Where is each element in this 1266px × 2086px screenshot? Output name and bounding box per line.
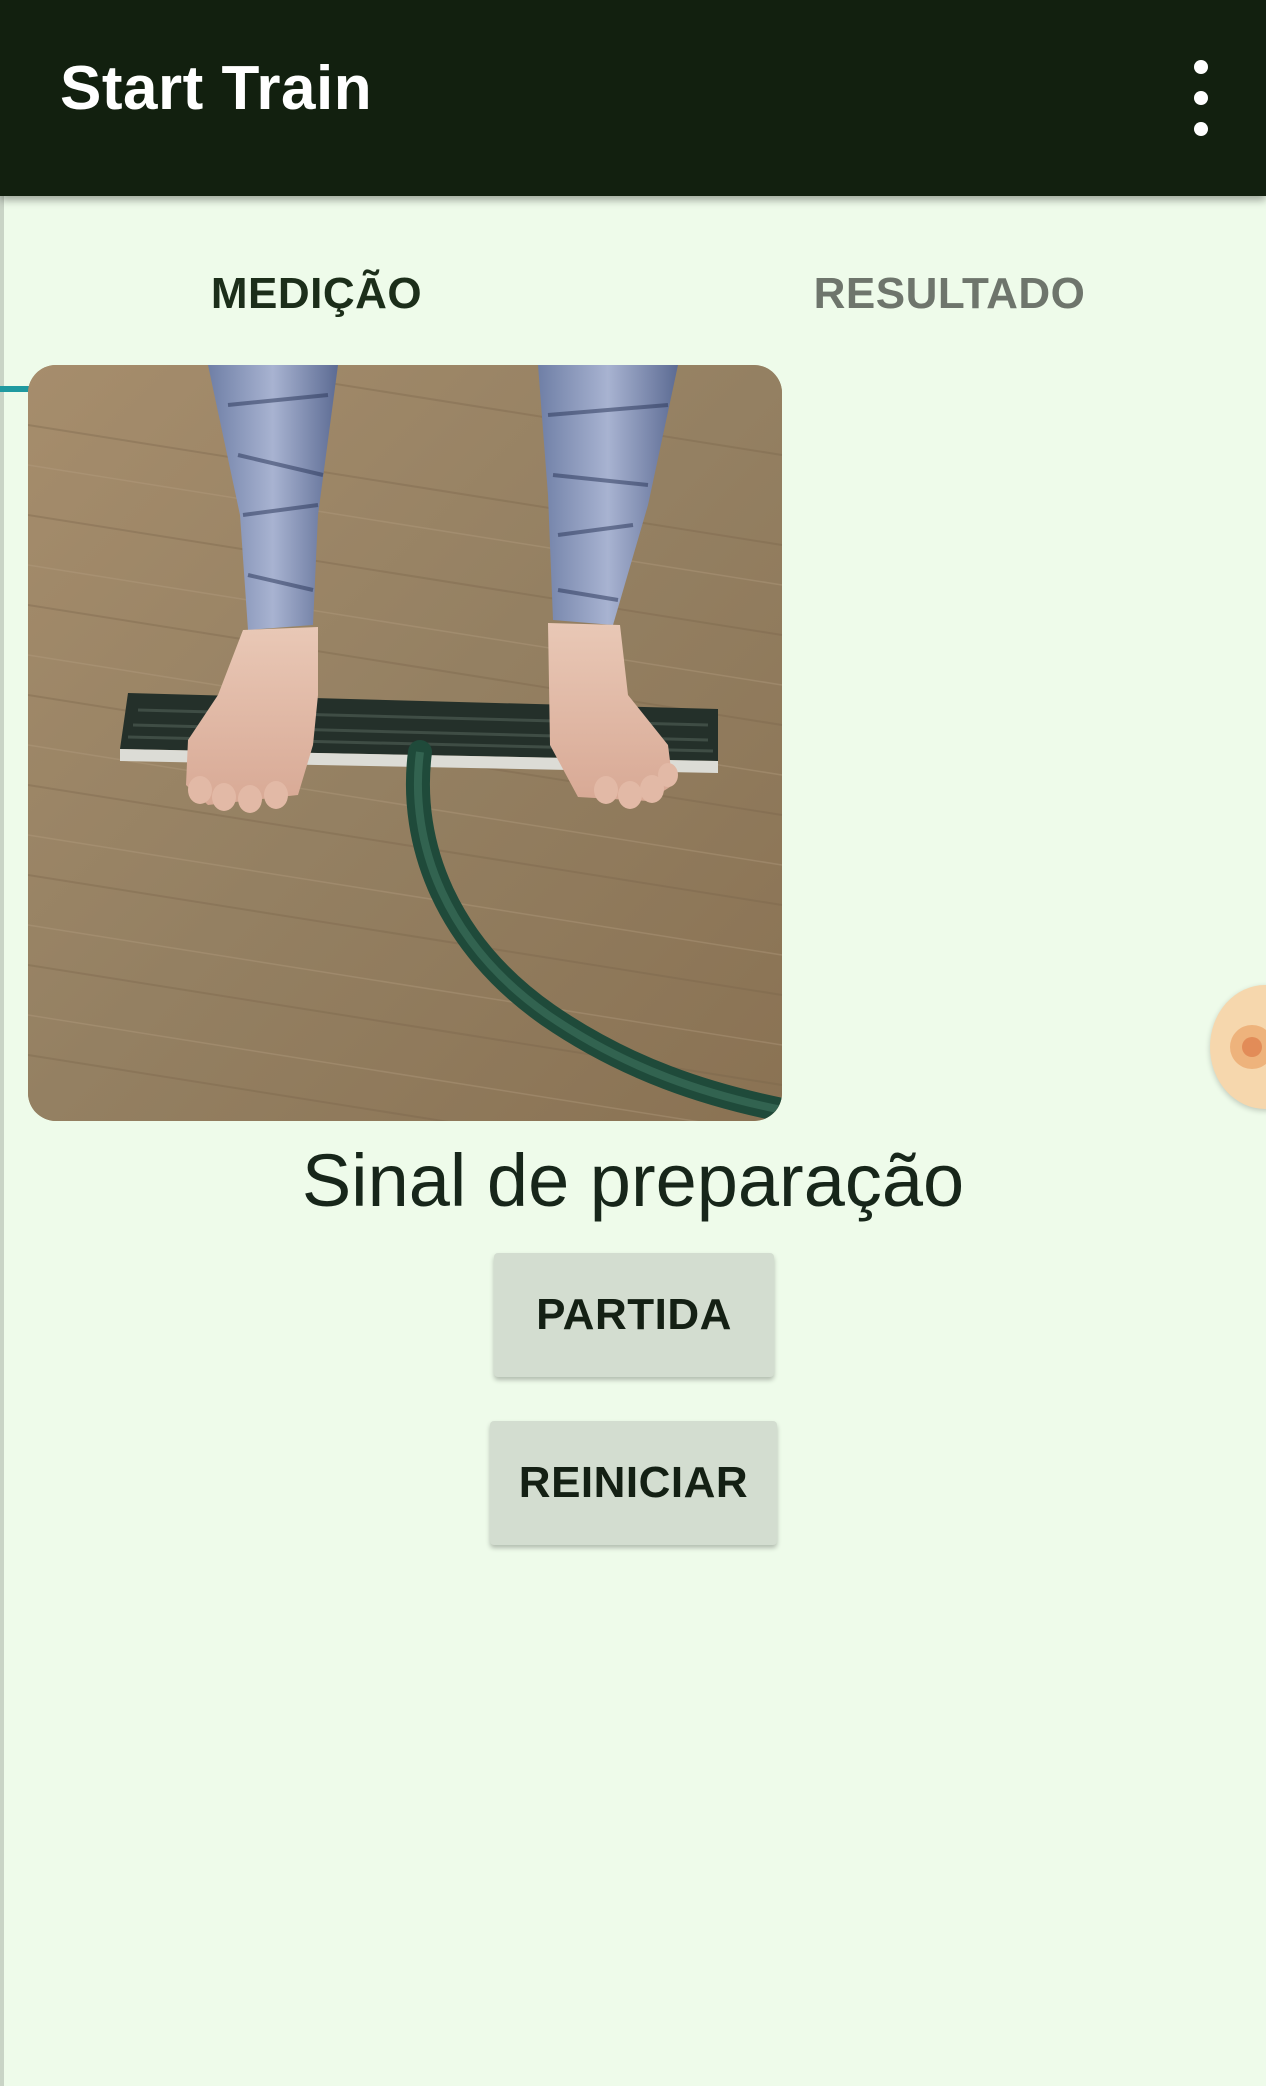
bubble-core [1242,1037,1262,1057]
start-button[interactable]: PARTIDA [494,1253,774,1377]
tab-indicator [0,386,30,392]
menu-dot [1194,91,1208,105]
tab-resultado[interactable]: RESULTADO [633,196,1266,391]
bubble-inner [1230,1025,1266,1069]
app-bar: Start Train [0,0,1266,196]
more-vert-icon[interactable] [1176,60,1226,136]
feet-on-start-mat-photo [28,365,782,1121]
menu-dot [1194,60,1208,74]
tab-bar: MEDIÇÃO RESULTADO [0,196,1266,391]
reset-button[interactable]: REINICIAR [490,1421,777,1545]
status-text: Sinal de preparação [301,1139,965,1222]
app-title: Start Train [60,54,373,123]
floating-bubble-icon[interactable] [1210,985,1266,1109]
tab-medicao[interactable]: MEDIÇÃO [0,196,633,391]
menu-dot [1194,122,1208,136]
